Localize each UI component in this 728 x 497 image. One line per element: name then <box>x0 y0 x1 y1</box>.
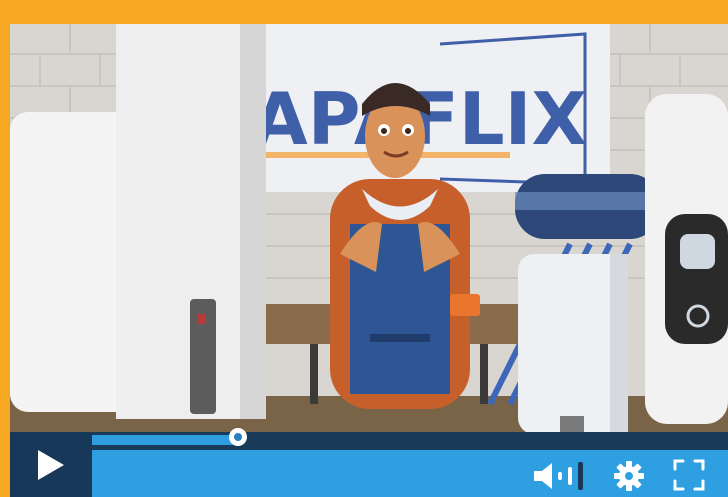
control-bar <box>10 432 728 497</box>
fullscreen-icon[interactable] <box>672 458 706 492</box>
play-icon <box>38 449 64 480</box>
video-player[interactable]: APAFLIX <box>10 24 728 497</box>
progress-bar[interactable] <box>10 428 728 450</box>
volume-icon[interactable] <box>532 460 588 492</box>
play-button[interactable] <box>10 432 92 497</box>
video-frame[interactable]: APAFLIX <box>10 24 728 434</box>
progress-fill <box>92 435 238 445</box>
progress-handle[interactable] <box>229 428 247 446</box>
gear-icon[interactable] <box>613 460 645 492</box>
